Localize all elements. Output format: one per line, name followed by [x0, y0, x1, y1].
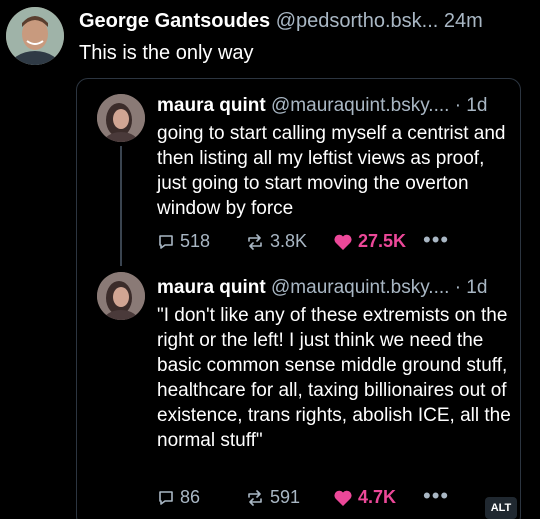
avatar-george[interactable] [6, 7, 64, 65]
thread-connector [120, 146, 122, 266]
quote-author-handle[interactable]: @mauraquint.bsky.... [271, 277, 449, 298]
repost-icon [248, 233, 262, 250]
quote-author-name[interactable]: maura quint [157, 277, 266, 298]
more-options-button[interactable]: ••• [423, 483, 449, 509]
repost-icon [248, 489, 262, 506]
like-button[interactable]: 27.5K [333, 231, 406, 252]
more-icon: ••• [423, 483, 450, 508]
author-name[interactable]: George Gantsoudes [79, 10, 270, 32]
quote-text-1: going to start calling myself a centrist… [157, 123, 506, 219]
reply-icon [159, 234, 173, 249]
reply-count: 518 [180, 231, 211, 251]
repost-count: 591 [270, 487, 301, 507]
avatar-maura[interactable] [97, 272, 145, 320]
heart-icon [334, 490, 352, 506]
heart-icon [334, 234, 352, 250]
alt-text-badge[interactable]: ALT [485, 497, 517, 519]
like-count: 27.5K [358, 231, 407, 251]
quote-author-handle[interactable]: @mauraquint.bsky.... [271, 95, 449, 116]
reply-button[interactable]: 518 [157, 231, 210, 252]
quote-timestamp[interactable]: · 1d [455, 95, 488, 116]
avatar-maura[interactable] [97, 94, 145, 142]
quote-author-name[interactable]: maura quint [157, 95, 266, 116]
reply-count: 86 [180, 487, 201, 507]
quote-header-1: maura quint @mauraquint.bsky.... · 1d [157, 94, 520, 118]
repost-button[interactable]: 591 [245, 487, 300, 508]
like-button[interactable]: 4.7K [333, 487, 396, 508]
post-header: George Gantsoudes @pedsortho.bsk... 24m [79, 8, 532, 34]
more-options-button[interactable]: ••• [423, 227, 449, 253]
repost-button[interactable]: 3.8K [245, 231, 307, 252]
post-text: This is the only way [79, 42, 254, 64]
quote-text-2: "I don't like any of these extremists on… [157, 305, 511, 451]
more-icon: ••• [423, 227, 450, 252]
like-count: 4.7K [358, 487, 397, 507]
action-bar-2: 86 591 4.7K ••• [157, 483, 480, 511]
reply-icon [159, 490, 173, 505]
action-bar-1: 518 3.8K 27.5K ••• [157, 227, 480, 255]
post-timestamp[interactable]: 24m [444, 10, 483, 32]
quote-header-2: maura quint @mauraquint.bsky.... · 1d [157, 276, 520, 300]
reply-button[interactable]: 86 [157, 487, 200, 508]
author-handle[interactable]: @pedsortho.bsk... [276, 10, 439, 32]
repost-count: 3.8K [270, 231, 308, 251]
quote-timestamp[interactable]: · 1d [455, 277, 488, 298]
